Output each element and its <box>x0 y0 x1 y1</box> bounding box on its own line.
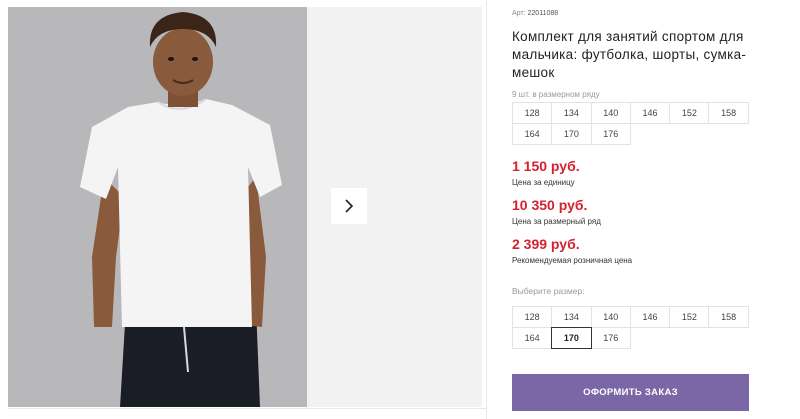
range-price-label: Цена за размерный ряд <box>512 217 601 226</box>
pack-note: 9 шт. в размерном ряду <box>512 90 600 99</box>
size-range-row: 164 170 176 <box>512 123 754 145</box>
size-select-grid: 128 134 140 146 152 158 164 170 176 <box>512 306 754 349</box>
unit-price: 1 150 руб. <box>512 158 580 174</box>
product-gallery <box>8 7 482 407</box>
size-range-cell: 128 <box>512 102 553 124</box>
choose-size-label: Выберите размер: <box>512 286 585 296</box>
size-option[interactable]: 134 <box>551 306 592 328</box>
size-option[interactable]: 152 <box>669 306 710 328</box>
size-select-row: 164 170 176 <box>512 327 754 349</box>
size-option[interactable]: 146 <box>629 306 671 328</box>
retail-price: 2 399 руб. <box>512 236 580 252</box>
size-option[interactable]: 140 <box>590 306 631 328</box>
place-order-button[interactable]: ОФОРМИТЬ ЗАКАЗ <box>512 374 749 411</box>
sku-value: 22011088 <box>527 10 559 17</box>
size-option[interactable]: 128 <box>512 306 553 328</box>
product-title: Комплект для занятий спортом для мальчик… <box>512 29 747 80</box>
size-range-cell: 164 <box>512 123 553 145</box>
size-range-cell: 152 <box>669 102 710 124</box>
unit-price-label: Цена за единицу <box>512 178 575 187</box>
next-image-button[interactable] <box>331 188 367 224</box>
gallery-bottom-line <box>8 408 486 409</box>
chevron-right-icon <box>345 199 354 213</box>
size-range-cell: 176 <box>590 123 631 145</box>
sku: Арт: 22011088 <box>512 10 558 17</box>
size-range-cell: 140 <box>590 102 631 124</box>
size-select-row: 128 134 140 146 152 158 <box>512 306 754 328</box>
size-option[interactable]: 164 <box>512 327 553 349</box>
size-range-cell: 170 <box>551 123 592 145</box>
product-photo <box>8 7 307 407</box>
size-option-selected[interactable]: 170 <box>551 327 592 349</box>
size-range-grid: 128 134 140 146 152 158 164 170 176 <box>512 102 754 145</box>
retail-price-label: Рекомендуемая розничная цена <box>512 256 633 265</box>
size-range-cell: 158 <box>708 102 749 124</box>
sku-label: Арт: <box>512 10 526 17</box>
size-option[interactable]: 158 <box>708 306 749 328</box>
size-range-cell: 134 <box>551 102 592 124</box>
boy-in-white-tshirt-photo <box>8 7 307 407</box>
size-range-cell: 146 <box>629 102 671 124</box>
size-option[interactable]: 176 <box>590 327 631 349</box>
range-price: 10 350 руб. <box>512 197 588 213</box>
column-divider <box>486 0 487 419</box>
size-range-row: 128 134 140 146 152 158 <box>512 102 754 124</box>
